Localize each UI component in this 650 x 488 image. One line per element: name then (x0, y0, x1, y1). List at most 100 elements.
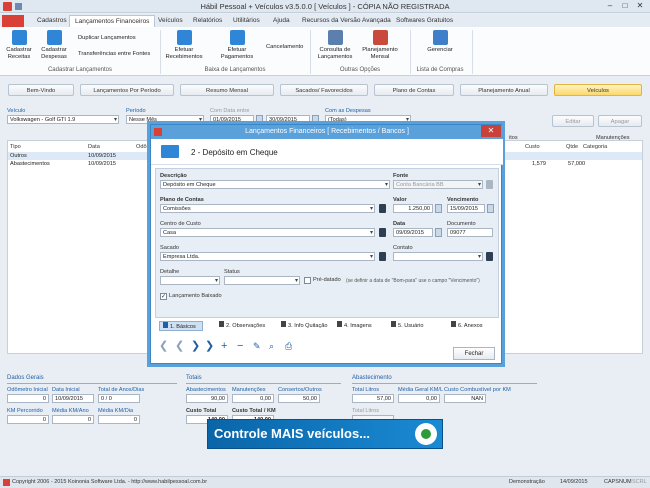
duplicar-button[interactable]: Duplicar Lançamentos (78, 35, 136, 42)
menu-ajuda[interactable]: Ajuda (268, 15, 295, 27)
plano-lookup-icon[interactable] (379, 204, 386, 213)
dialog-header-text: 2 - Depósito em Cheque (191, 148, 278, 157)
col-itos: itos (509, 135, 518, 141)
valor-input[interactable]: 1.250,00 (393, 204, 433, 213)
descricao-input[interactable]: Depósito em Cheque (160, 180, 390, 189)
close-icon[interactable]: ✕ (633, 0, 647, 12)
fonte-label: Fonte (393, 173, 409, 179)
tab-resumo-mensal[interactable]: Resumo Mensal (180, 84, 274, 96)
data-input[interactable]: 09/09/2015 (393, 228, 433, 237)
tab-plano-contas[interactable]: Plano de Contas (374, 84, 454, 96)
separator (472, 30, 473, 74)
edit-record-icon[interactable]: ✎ (253, 339, 261, 353)
data-de-input[interactable]: 01/09/2015 (210, 115, 254, 124)
subtab-usuario[interactable]: 5. Usuário (391, 321, 424, 331)
efetuar-recebimentos-button[interactable]: Efetuar Recebimentos (164, 30, 204, 60)
calendar-icon[interactable] (312, 115, 319, 124)
image-icon (337, 321, 342, 327)
documento-input[interactable]: 09077 (447, 228, 493, 237)
menu-recursos[interactable]: Recursos da Versão Avançada (297, 15, 396, 27)
subtab-observacoes[interactable]: 2. Observações (219, 321, 265, 331)
subtab-quitacao[interactable]: 3. Info Quitação (281, 321, 328, 331)
vencimento-input[interactable]: 15/09/2015 (447, 204, 485, 213)
apagar-button[interactable]: Apagar (598, 115, 642, 127)
abastecimento-title: Abastecimento (352, 375, 392, 381)
centro-select[interactable]: Casa (160, 228, 375, 237)
transferencias-button[interactable]: Transferências entre Fontes (78, 51, 150, 58)
date-text: 14/09/2015 (560, 479, 588, 485)
dialog-close-icon[interactable]: ✕ (481, 125, 501, 137)
status-select[interactable] (224, 276, 300, 285)
media-km-ano-field: 0 (52, 415, 94, 424)
last-record-icon[interactable]: ❯ (205, 339, 214, 353)
total-anos-field: 0 / 0 (98, 394, 140, 403)
menu-lancamentos[interactable]: Lançamentos Financeiros (69, 15, 156, 27)
consulta-button[interactable]: Consulta de Lançamentos (314, 30, 356, 60)
fonte-select[interactable]: Conta Bancária BB (393, 180, 483, 189)
detalhe-select[interactable] (160, 276, 220, 285)
descricao-label: Descrição (160, 173, 187, 179)
abastecimentos-label: Abastecimentos (186, 387, 226, 393)
cancelamento-button[interactable]: Cancelamento (266, 44, 303, 51)
add-record-icon[interactable]: + (221, 339, 227, 353)
search-record-icon[interactable]: ⌕ (269, 339, 274, 353)
cadastrar-receitas-button[interactable]: Cadastrar Receitas (3, 30, 35, 60)
tab-planejamento-anual[interactable]: Planejamento Anual (460, 84, 548, 96)
periodo-select[interactable]: Nesse Mês (126, 115, 204, 124)
calendar-icon[interactable] (435, 228, 442, 237)
minimize-icon[interactable]: – (603, 0, 617, 12)
divider (186, 383, 341, 384)
despesas-select[interactable]: (Todas) (325, 115, 411, 124)
first-record-icon[interactable]: ❮ (159, 339, 168, 353)
subtab-anexos[interactable]: 6. Anexos (451, 321, 483, 331)
tab-veiculos[interactable]: Veículos (554, 84, 642, 96)
calendar-icon[interactable] (256, 115, 263, 124)
menu-softwares[interactable]: Softwares Gratuitos (391, 15, 458, 27)
veiculo-select[interactable]: Volkswagen - Golf GTI 1.9 (7, 115, 119, 124)
menu-cadastros[interactable]: Cadastros (32, 15, 72, 27)
divider (352, 383, 537, 384)
efetuar-pagamentos-button[interactable]: Efetuar Pagamentos (217, 30, 257, 60)
odometro-field: 0 (7, 394, 49, 403)
custo-total-label: Custo Total (186, 408, 217, 414)
gerenciar-button[interactable]: Gerenciar (420, 30, 460, 54)
tab-sacados[interactable]: Sacados/ Favorecidos (280, 84, 368, 96)
subtab-basicos[interactable]: 1. Básicos (159, 321, 203, 331)
tab-lancamentos-periodo[interactable]: Lançamentos Por Período (80, 84, 174, 96)
delete-record-icon[interactable]: − (237, 339, 243, 353)
app-menu-button[interactable] (2, 15, 24, 27)
manutencoes-field: 0,00 (232, 394, 274, 403)
fechar-button[interactable]: Fechar (453, 347, 495, 360)
folder-remove-icon (46, 30, 62, 45)
plano-select[interactable]: Comissões (160, 204, 375, 213)
sacado-select[interactable]: Empresa Ltda. (160, 252, 375, 261)
pre-datado-checkbox[interactable] (304, 277, 311, 284)
sacado-lookup-icon[interactable] (379, 252, 386, 261)
maximize-icon[interactable]: □ (618, 0, 632, 12)
fonte-lookup-icon[interactable] (486, 180, 493, 189)
promo-banner[interactable]: Controle MAIS veículos... (207, 419, 443, 449)
baixado-checkbox[interactable]: ✓ (160, 293, 167, 300)
odometro-label: Odômetro Inicial (7, 387, 48, 393)
menu-utilitarios[interactable]: Utilitários (228, 15, 265, 27)
contato-lookup-icon[interactable] (486, 252, 493, 261)
editar-button[interactable]: Editar (552, 115, 594, 127)
dialog-header: 2 - Depósito em Cheque (151, 139, 503, 165)
calendar-icon[interactable] (487, 204, 494, 213)
menu-relatorios[interactable]: Relatórios (188, 15, 227, 27)
print-record-icon[interactable]: ⎙ (285, 339, 292, 353)
prev-record-icon[interactable]: ❮ (175, 339, 184, 353)
calculator-icon[interactable] (435, 204, 442, 213)
planejamento-button[interactable]: Planejamento Mensal (362, 30, 398, 60)
data-ate-input[interactable]: 30/09/2015 (266, 115, 310, 124)
tab-bem-vindo[interactable]: Bem-Vindo (8, 84, 74, 96)
total-litros-2-label: Total Litros (352, 408, 380, 414)
contato-select[interactable] (393, 252, 483, 261)
centro-lookup-icon[interactable] (379, 228, 386, 237)
cadastrar-despesas-button[interactable]: Cadastrar Despesas (38, 30, 70, 60)
totais-title: Totais (186, 375, 202, 381)
subtab-imagens[interactable]: 4. Imagens (337, 321, 372, 331)
menu-veiculos[interactable]: Veículos (153, 15, 188, 27)
next-record-icon[interactable]: ❯ (191, 339, 200, 353)
data-inicial-field: 10/09/2015 (52, 394, 94, 403)
